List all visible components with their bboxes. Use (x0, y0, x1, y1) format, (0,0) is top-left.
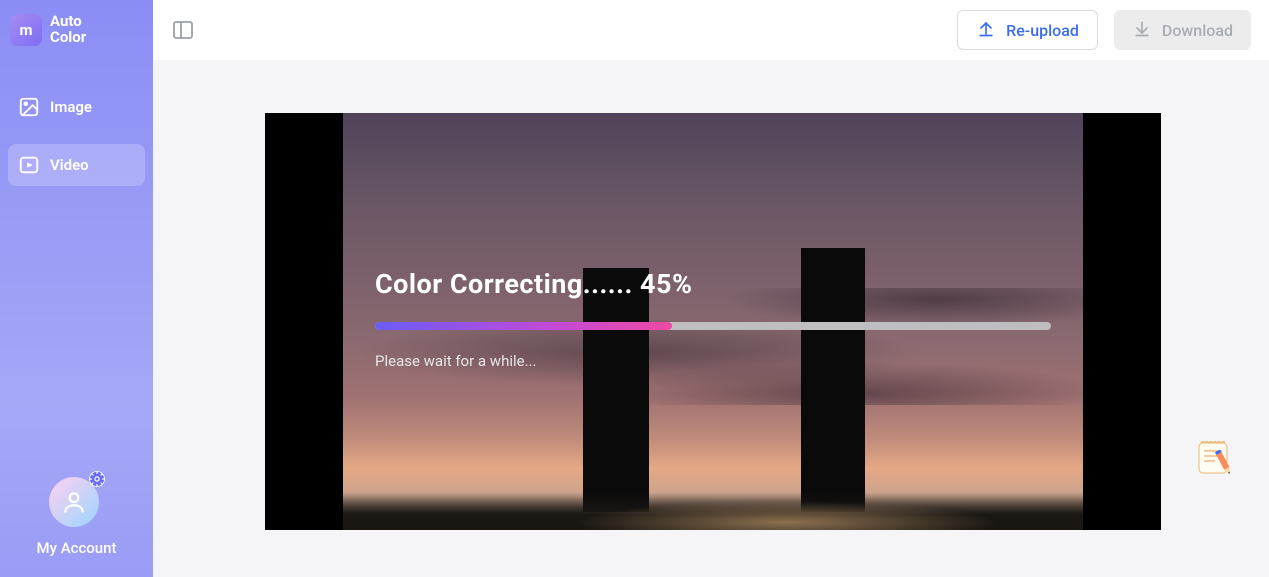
main-workspace: Color Correcting...... 45% Please wait f… (153, 60, 1269, 577)
reupload-button-label: Re-upload (1006, 21, 1079, 40)
video-canvas: Color Correcting...... 45% Please wait f… (265, 113, 1161, 530)
progress-overlay: Color Correcting...... 45% Please wait f… (375, 268, 1051, 370)
brand-title: Auto Color (50, 14, 86, 46)
reupload-button[interactable]: Re-upload (957, 10, 1098, 50)
topbar: Re-upload Download (153, 0, 1269, 60)
account-label: My Account (37, 539, 117, 557)
video-icon (18, 154, 40, 176)
progress-subtext: Please wait for a while... (375, 352, 1051, 370)
sidebar-account[interactable]: My Account (8, 471, 145, 557)
download-button-label: Download (1162, 21, 1233, 40)
avatar-wrap (49, 471, 105, 527)
download-icon (1132, 18, 1152, 42)
sidebar-item-image[interactable]: Image (8, 86, 145, 128)
progress-title: Color Correcting...... 45% (375, 268, 1051, 300)
sidebar-item-video[interactable]: Video (8, 144, 145, 186)
progress-fill (375, 322, 672, 330)
scene-ground (343, 502, 1083, 530)
progress-title-prefix: Color Correcting...... (375, 268, 633, 300)
feedback-widget-icon[interactable] (1195, 437, 1235, 477)
download-button: Download (1114, 10, 1251, 50)
gear-icon (87, 469, 107, 489)
brand-logo-letter: m (20, 21, 33, 39)
upload-icon (976, 18, 996, 42)
sidebar-item-label: Video (50, 156, 89, 174)
sidebar-nav: Image Video (8, 86, 145, 186)
sidebar: m Auto Color Image (0, 0, 153, 577)
image-icon (18, 96, 40, 118)
sidebar-item-label: Image (50, 98, 92, 116)
progress-track (375, 322, 1051, 330)
brand-logo: m (10, 14, 42, 46)
brand: m Auto Color (8, 14, 145, 46)
sidebar-collapse-icon[interactable] (171, 18, 195, 42)
progress-percent: 45% (640, 268, 692, 300)
brand-title-line2: Color (50, 30, 86, 46)
